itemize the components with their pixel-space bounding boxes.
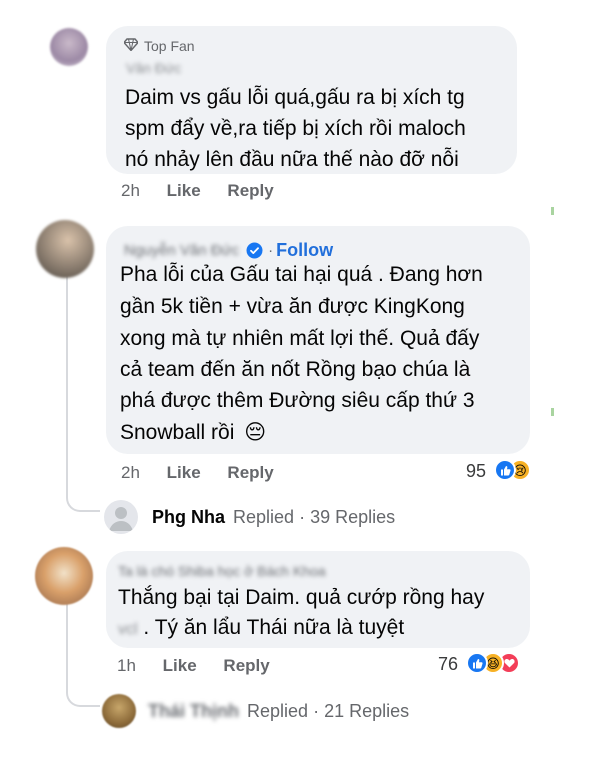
verified-icon xyxy=(246,242,263,259)
thread-line-1 xyxy=(66,268,68,486)
reaction-summary[interactable]: 95 😢 xyxy=(466,458,546,486)
timestamp[interactable]: 2h xyxy=(121,463,140,482)
edge-mark xyxy=(551,408,554,416)
separator-dot: · xyxy=(313,700,325,721)
comment-line: phá được thêm Đường siêu cấp thứ 3 xyxy=(120,389,475,412)
replier-name[interactable]: Thái Thịnh xyxy=(148,701,239,721)
comment-bubble: Top Fan Văn Đức Daim vs gấu lỗi quá,gấu … xyxy=(106,26,517,174)
badge-label: Top Fan xyxy=(144,38,195,54)
comment-bubble: Nguyễn Văn Đức · Follow Pha lỗi của Gấu … xyxy=(106,226,530,454)
diamond-icon xyxy=(123,38,139,54)
thread-connector-2 xyxy=(66,681,100,707)
replied-text: Phg Nha Replied · 39 Replies xyxy=(152,507,395,528)
comment-line: xong mà tự nhiên mất lợi thế. Quả đấy xyxy=(120,327,480,350)
reaction-count: 76 xyxy=(438,654,459,674)
comment-meta: 1h Like Reply xyxy=(117,656,270,676)
replied-row[interactable]: Thái Thịnh Replied · 21 Replies xyxy=(102,694,409,728)
replied-text: Thái Thịnh Replied · 21 Replies xyxy=(148,701,409,722)
follow-button[interactable]: Follow xyxy=(276,240,333,261)
comment-line: Thắng bại tại Daim. quả cướp rồng hay xyxy=(118,586,485,609)
thread-connector-1 xyxy=(66,486,100,512)
edge-mark xyxy=(551,207,554,215)
thread-line-2 xyxy=(66,595,68,681)
comment-last-line: Snowball rồi 😔 xyxy=(120,417,266,448)
replied-label: Replied xyxy=(247,700,309,721)
comment-meta: 2h Like Reply xyxy=(121,463,274,483)
like-button[interactable]: Like xyxy=(163,656,197,675)
replied-row[interactable]: Phg Nha Replied · 39 Replies xyxy=(104,500,395,534)
avatar[interactable] xyxy=(50,28,88,66)
timestamp[interactable]: 1h xyxy=(117,656,136,675)
replies-count[interactable]: 21 Replies xyxy=(324,701,409,721)
comment-line: Pha lỗi của Gấu tai hại quá . Đang hơn xyxy=(120,263,483,286)
replier-name[interactable]: Phg Nha xyxy=(152,507,225,527)
avatar xyxy=(102,694,136,728)
person-icon xyxy=(109,507,133,531)
comment-last-line: vcl . Tý ăn lẩu Thái nữa là tuyệt xyxy=(118,612,404,645)
avatar[interactable] xyxy=(35,547,93,605)
censored-word: vcl xyxy=(118,621,138,638)
comment-meta: 2h Like Reply xyxy=(121,181,274,201)
avatar[interactable] xyxy=(36,220,94,278)
comment-line: Daim vs gấu lỗi quá,gấu ra bị xích tg xyxy=(125,86,465,109)
comment-line: nó nhảy lên đầu nữa thế nào đỡ nỗi xyxy=(125,148,459,171)
author-row: Nguyễn Văn Đức · Follow xyxy=(124,240,333,261)
separator-dot: · xyxy=(299,506,311,527)
like-reaction-icon xyxy=(494,459,516,481)
like-button[interactable]: Like xyxy=(167,463,201,482)
separator-dot: · xyxy=(268,242,274,259)
author-name[interactable]: Nguyễn Văn Đức xyxy=(124,242,239,259)
avatar-placeholder xyxy=(104,500,138,534)
reaction-summary[interactable]: 76 😆 xyxy=(438,651,538,679)
like-button[interactable]: Like xyxy=(167,181,201,200)
reply-button[interactable]: Reply xyxy=(227,181,273,200)
comment-bubble: Ta là chó Shiba học ở Bách Khoa Thắng bạ… xyxy=(106,551,530,648)
like-reaction-icon xyxy=(466,652,488,674)
comment-line: . Tý ăn lẩu Thái nữa là tuyệt xyxy=(143,616,405,639)
comment-line: gần 5k tiền + vừa ăn được KingKong xyxy=(120,295,465,318)
comment-line: spm đẩy về,ra tiếp bị xích rồi maloch xyxy=(125,117,466,140)
reaction-count: 95 xyxy=(466,461,487,481)
replies-count[interactable]: 39 Replies xyxy=(310,507,395,527)
comment-line: Snowball rồi xyxy=(120,421,235,444)
comment-line: cả team đến ăn nốt Rồng bạo chúa là xyxy=(120,358,471,381)
reply-button[interactable]: Reply xyxy=(223,656,269,675)
pensive-emoji: 😔 xyxy=(244,421,267,444)
author-name[interactable]: Ta là chó Shiba học ở Bách Khoa xyxy=(118,563,326,579)
author-name[interactable]: Văn Đức xyxy=(126,60,181,76)
reply-button[interactable]: Reply xyxy=(227,463,273,482)
replied-label: Replied xyxy=(233,506,295,527)
timestamp[interactable]: 2h xyxy=(121,181,140,200)
top-fan-badge: Top Fan xyxy=(123,38,195,54)
